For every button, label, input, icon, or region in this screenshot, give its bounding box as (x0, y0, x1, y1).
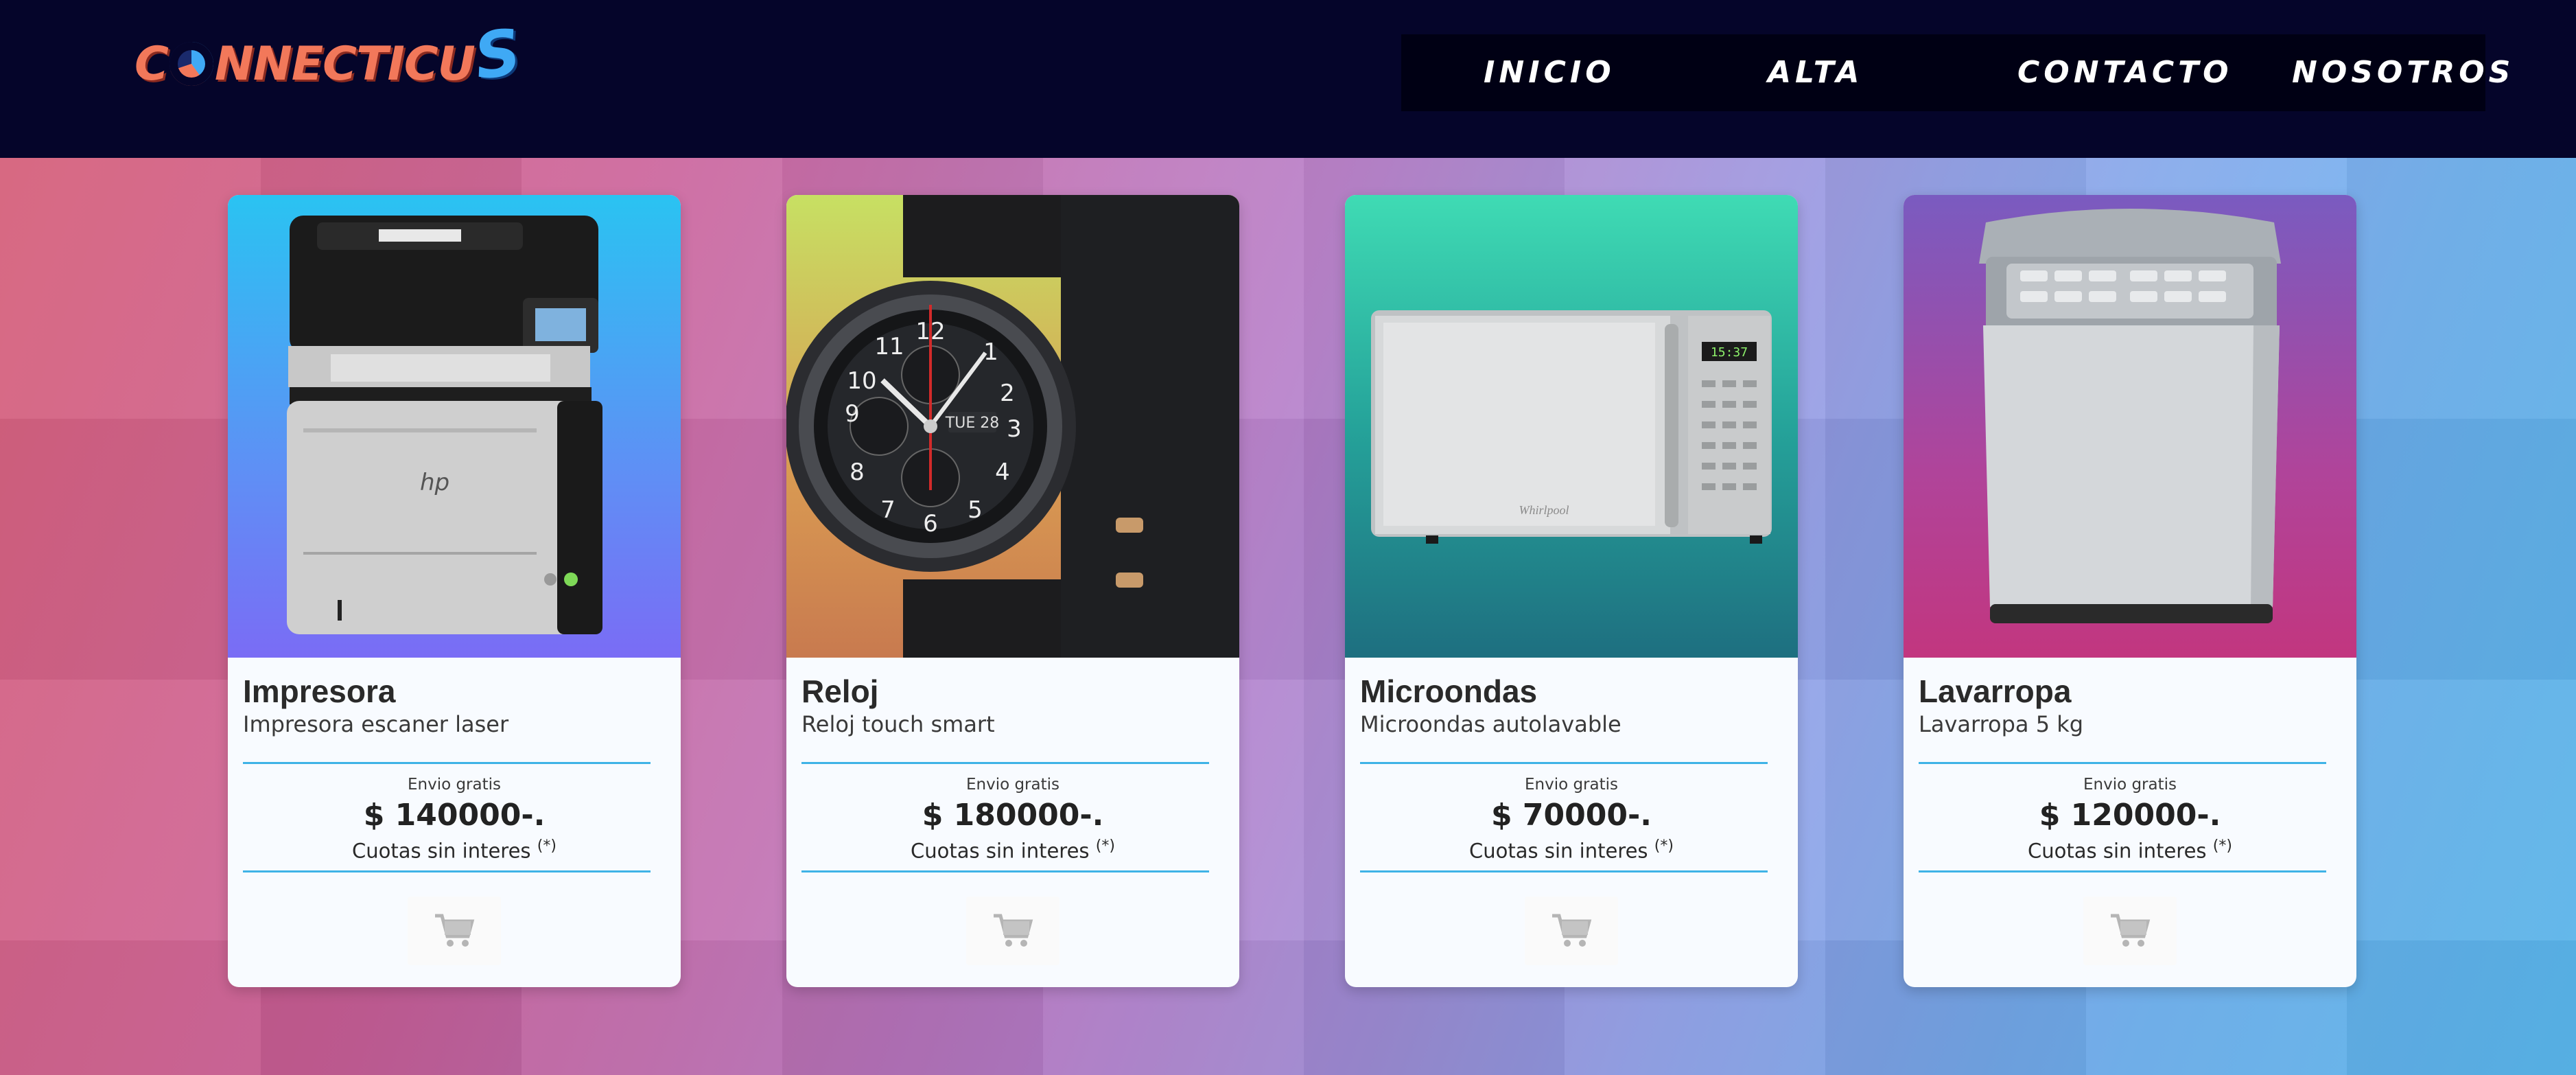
product-description: Reloj touch smart (801, 711, 995, 737)
logo-accent-letter: S (469, 14, 525, 94)
product-description: Impresora escaner laser (243, 711, 509, 737)
product-title: Reloj (801, 673, 879, 709)
product-price: $ 120000-. (2039, 798, 2221, 833)
brand-logo[interactable]: C NNECTICU S (134, 14, 524, 95)
product-description: Lavarropa 5 kg (1919, 711, 2084, 737)
product-title: Impresora (243, 673, 396, 709)
site-header: C NNECTICU S INICIO ALTA CONTACTO NOSOTROS (0, 0, 2576, 158)
shopping-cart-icon (1552, 914, 1592, 947)
shopping-cart-icon (2111, 914, 2151, 947)
product-title: Microondas (1360, 673, 1538, 709)
svg-text:4: 4 (995, 459, 1010, 486)
product-price: $ 140000-. (363, 798, 546, 833)
add-to-cart-button[interactable] (408, 897, 501, 965)
installments-label: Cuotas sin interes (*) (911, 837, 1115, 863)
product-price: $ 70000-. (1491, 798, 1652, 833)
washing-machine-image (1904, 195, 2356, 658)
add-to-cart-button[interactable] (2083, 897, 2177, 965)
divider-top (1919, 762, 2326, 764)
product-card: 12 1 2 345 678 9 10 11 TUE 28 Reloj Reloj to… (786, 195, 1239, 987)
microwave-brand-label: Whirlpool (1519, 503, 1569, 517)
shipping-label: Envio gratis (407, 776, 502, 794)
divider-top (243, 762, 651, 764)
divider-top (1360, 762, 1768, 764)
svg-text:3: 3 (1007, 415, 1022, 443)
installments-label: Cuotas sin interes (*) (352, 837, 557, 863)
divider-bottom (801, 870, 1209, 872)
logo-swirl-icon (169, 42, 213, 86)
svg-text:9: 9 (845, 400, 860, 428)
main-nav: INICIO ALTA CONTACTO NOSOTROS (1401, 34, 2510, 111)
nav-contacto[interactable]: CONTACTO (2017, 55, 2233, 90)
logo-text: C (134, 36, 169, 91)
svg-text:5: 5 (968, 496, 983, 524)
svg-text:8: 8 (850, 459, 865, 486)
svg-text:6: 6 (923, 510, 938, 538)
printer-image: hp (228, 195, 681, 658)
product-card: Lavarropa Lavarropa 5 kg Envio gratis $ … (1904, 195, 2356, 987)
add-to-cart-button[interactable] (1525, 897, 1618, 965)
svg-text:7: 7 (880, 496, 895, 524)
divider-bottom (1919, 870, 2326, 872)
divider-bottom (243, 870, 651, 872)
nav-alta[interactable]: ALTA (1768, 55, 1863, 90)
watch-date: TUE 28 (945, 415, 999, 432)
product-description: Microondas autolavable (1360, 711, 1621, 737)
svg-text:hp: hp (420, 469, 449, 496)
product-price: $ 180000-. (922, 798, 1104, 833)
logo-text-rest: NNECTICU (214, 36, 476, 91)
svg-text:1: 1 (983, 338, 998, 366)
divider-top (801, 762, 1209, 764)
svg-text:10: 10 (847, 367, 876, 395)
shopping-cart-icon (435, 914, 475, 947)
microwave-display: 15:37 (1711, 345, 1748, 360)
shipping-label: Envio gratis (965, 776, 1060, 794)
nav-nosotros[interactable]: NOSOTROS (2292, 55, 2514, 90)
shipping-label: Envio gratis (2083, 776, 2177, 794)
divider-bottom (1360, 870, 1768, 872)
svg-text:11: 11 (874, 333, 904, 360)
product-card: hp Impresora Impresora escaner laser Env… (228, 195, 681, 987)
installments-label: Cuotas sin interes (*) (1469, 837, 1674, 863)
smartwatch-image: 12 1 2 345 678 9 10 11 TUE 28 (786, 195, 1239, 658)
installments-label: Cuotas sin interes (*) (2028, 837, 2232, 863)
product-title: Lavarropa (1919, 673, 2072, 709)
microwave-image: 15:37 Whirlpool (1345, 195, 1798, 658)
svg-text:2: 2 (1000, 380, 1015, 407)
product-card: 15:37 Whirlpool Microondas Microondas au… (1345, 195, 1798, 987)
add-to-cart-button[interactable] (966, 897, 1059, 965)
shopping-cart-icon (994, 914, 1033, 947)
shipping-label: Envio gratis (1524, 776, 1619, 794)
nav-inicio[interactable]: INICIO (1484, 55, 1615, 90)
